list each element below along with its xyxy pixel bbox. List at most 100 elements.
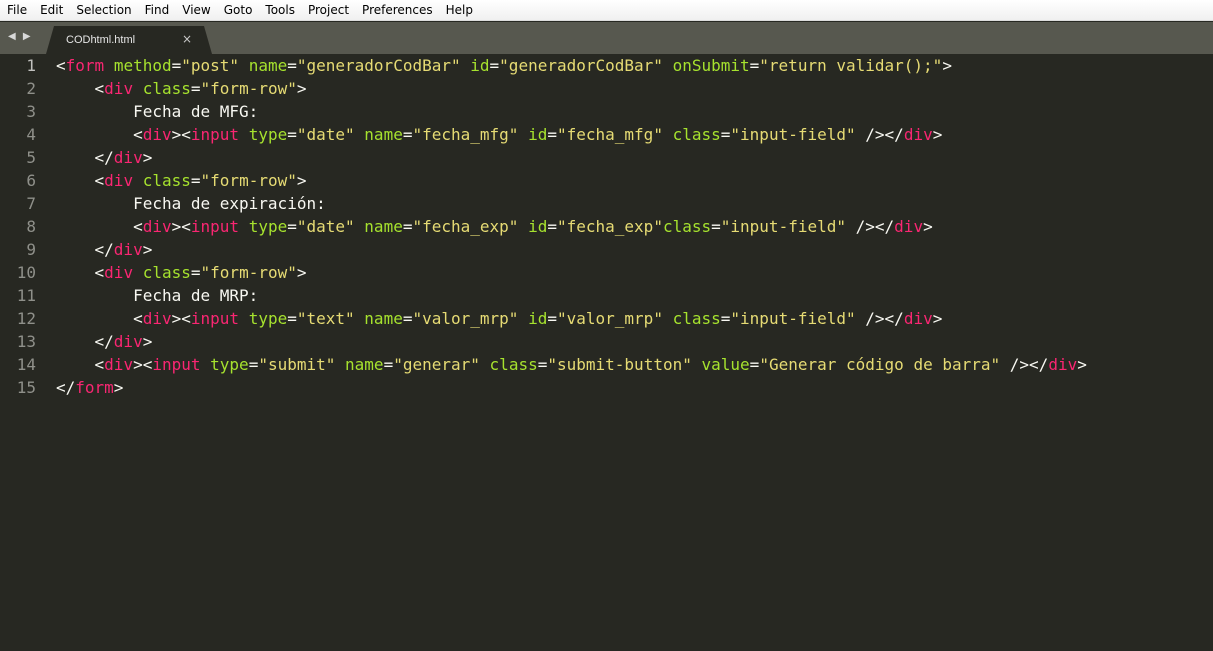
- tab-nav-arrows-icon[interactable]: ◀ ▶: [8, 31, 33, 42]
- attribute-name: type: [210, 355, 249, 374]
- line-number: 6: [26, 171, 36, 190]
- tag-name: div: [104, 355, 134, 374]
- code-line[interactable]: </div>: [56, 238, 1087, 261]
- attribute-value: "return validar();": [759, 56, 943, 75]
- code-line[interactable]: <form method="post" name="generadorCodBa…: [56, 54, 1087, 77]
- code-text: =: [537, 355, 548, 374]
- code-text: >: [142, 148, 153, 167]
- tab-codhtml[interactable]: CODhtml.html ×: [46, 26, 212, 54]
- tag-name: div: [104, 79, 134, 98]
- tag-name: input: [190, 309, 240, 328]
- line-number: 12: [16, 309, 36, 328]
- code-line[interactable]: </div>: [56, 330, 1087, 353]
- attribute-name: class: [672, 309, 721, 328]
- code-editor[interactable]: 1 2 3 4 5 6 7 8 9 10 11 12 13 14 15 <form method="post…: [0, 54, 1213, 651]
- line-number: 14: [16, 355, 36, 374]
- line-number: 4: [26, 125, 36, 144]
- code-text: ><: [171, 309, 191, 328]
- code-line[interactable]: </div>: [56, 146, 1087, 169]
- attribute-name: id: [528, 309, 548, 328]
- code-text: =: [547, 217, 557, 236]
- code-line[interactable]: <div class="form-row">: [56, 261, 1087, 284]
- code-text: >: [932, 309, 943, 328]
- menu-item-project[interactable]: Project: [301, 0, 355, 21]
- code-text: Fecha de MFG:: [56, 102, 259, 121]
- menu-item-edit[interactable]: Edit: [33, 0, 69, 21]
- code-text: </: [56, 148, 114, 167]
- code-line[interactable]: <div class="form-row">: [56, 169, 1087, 192]
- menu-bar: File Edit Selection Find View Goto Tools Projec…: [0, 0, 1213, 21]
- code-line[interactable]: <div><input type="date" name="fecha_exp"…: [56, 215, 1087, 238]
- code-text: =: [749, 56, 760, 75]
- menu-item-goto[interactable]: Goto: [217, 0, 259, 21]
- code-text: >: [142, 240, 153, 259]
- tag-name: div: [142, 125, 172, 144]
- code-text: </: [56, 332, 114, 351]
- code-line[interactable]: Fecha de MFG:: [56, 100, 1087, 123]
- code-line[interactable]: </form>: [56, 376, 1087, 399]
- attribute-value: "fecha_mfg": [556, 125, 663, 144]
- tag-name: div: [113, 332, 143, 351]
- tag-name: form: [65, 56, 105, 75]
- code-line[interactable]: <div><input type="text" name="valor_mrp"…: [56, 307, 1087, 330]
- attribute-value: "input-field": [730, 125, 856, 144]
- menu-item-selection[interactable]: Selection: [69, 0, 137, 21]
- tag-name: div: [104, 263, 134, 282]
- code-text: =: [190, 263, 201, 282]
- close-icon[interactable]: ×: [182, 32, 192, 46]
- attribute-name: class: [489, 355, 538, 374]
- code-text: =: [171, 56, 182, 75]
- tab-bar: ◀ ▶ CODhtml.html ×: [0, 22, 1213, 54]
- tag-name: input: [190, 125, 240, 144]
- code-text: =: [190, 79, 201, 98]
- tag-name: div: [142, 217, 172, 236]
- menu-item-tools[interactable]: Tools: [258, 0, 301, 21]
- attribute-value: "valor_mrp": [412, 309, 519, 328]
- code-text: <: [56, 309, 143, 328]
- attribute-value: "Generar código de barra": [759, 355, 1001, 374]
- code-text: =: [720, 125, 731, 144]
- line-number: 11: [16, 286, 36, 305]
- menu-item-preferences[interactable]: Preferences: [355, 0, 439, 21]
- code-text: <: [56, 125, 143, 144]
- code-line[interactable]: Fecha de expiración:: [56, 192, 1087, 215]
- menu-item-help[interactable]: Help: [439, 0, 479, 21]
- attribute-value: "submit-button": [547, 355, 692, 374]
- tag-name: form: [75, 378, 114, 397]
- code-text: >: [923, 217, 933, 236]
- code-text: =: [383, 355, 394, 374]
- line-number: 9: [26, 240, 36, 259]
- attribute-value: "form-row": [200, 263, 297, 282]
- line-number: 7: [26, 194, 36, 213]
- code-line[interactable]: Fecha de MRP:: [56, 284, 1087, 307]
- line-number-gutter: 1 2 3 4 5 6 7 8 9 10 11 12 13 14 15: [0, 54, 42, 399]
- code-line[interactable]: <div><input type="submit" name="generar"…: [56, 353, 1087, 376]
- code-line[interactable]: <div><input type="date" name="fecha_mfg"…: [56, 123, 1087, 146]
- tag-name: div: [903, 125, 933, 144]
- attribute-name: value: [701, 355, 750, 374]
- code-text: >: [296, 263, 307, 282]
- line-number: 1: [26, 56, 36, 75]
- code-area[interactable]: <form method="post" name="generadorCodBa…: [56, 54, 1087, 399]
- code-text: <: [56, 355, 105, 374]
- attribute-value: "post": [181, 56, 240, 75]
- menu-item-file[interactable]: File: [0, 0, 33, 21]
- code-text: =: [190, 171, 201, 190]
- code-line[interactable]: <div class="form-row">: [56, 77, 1087, 100]
- code-text: >: [296, 79, 307, 98]
- line-number: 15: [16, 378, 36, 397]
- menu-item-view[interactable]: View: [175, 0, 216, 21]
- menu-item-find[interactable]: Find: [138, 0, 176, 21]
- code-text: =: [547, 309, 557, 328]
- code-text: /></: [846, 217, 895, 236]
